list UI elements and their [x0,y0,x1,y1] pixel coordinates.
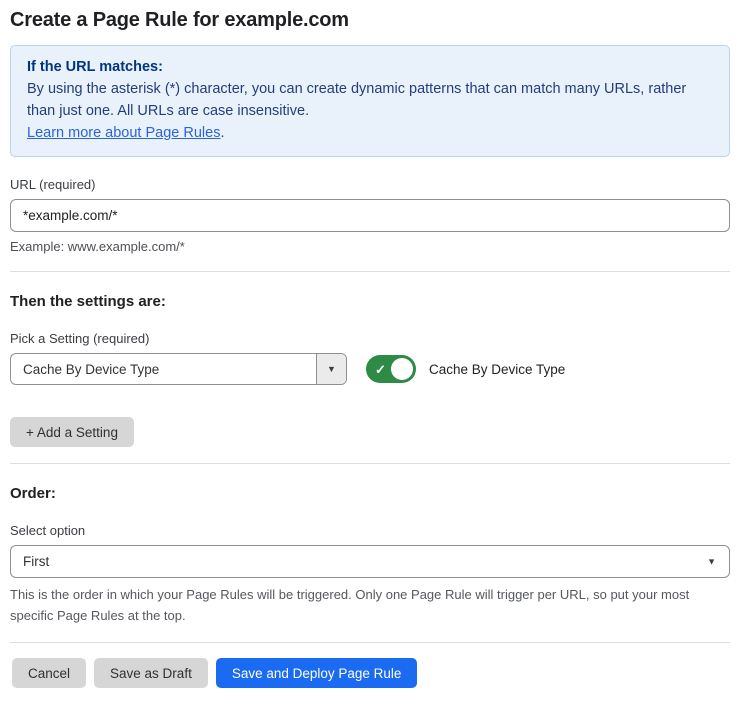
setting-select[interactable]: Cache By Device Type ▼ [10,353,347,385]
url-input[interactable] [10,199,730,232]
link-suffix: . [220,125,224,141]
url-example-hint: Example: www.example.com/* [10,239,730,255]
chevron-down-icon: ▼ [707,557,716,566]
info-box-body: By using the asterisk (*) character, you… [27,78,713,122]
chevron-down-icon: ▼ [327,365,336,374]
info-box-link-line: Learn more about Page Rules. [27,122,713,144]
page-title: Create a Page Rule for example.com [10,8,730,32]
add-setting-button[interactable]: + Add a Setting [10,417,134,447]
divider [10,642,730,643]
create-page-rule-panel: Create a Page Rule for example.com If th… [0,0,750,712]
divider [10,271,730,272]
setting-row: Cache By Device Type ▼ ✓ Cache By Device… [10,353,730,385]
setting-select-arrow-button[interactable]: ▼ [316,354,346,384]
order-select-label: Select option [10,523,730,539]
cache-by-device-type-toggle[interactable]: ✓ [366,355,416,383]
learn-more-link[interactable]: Learn more about Page Rules [27,125,220,141]
setting-select-value: Cache By Device Type [11,354,316,384]
toggle-label: Cache By Device Type [429,362,565,377]
info-box-body-text: By using the asterisk (*) character, you… [27,81,686,119]
toggle-knob [391,358,413,380]
check-icon: ✓ [375,363,386,376]
order-section-heading: Order: [10,484,730,503]
pick-setting-label: Pick a Setting (required) [10,331,730,347]
order-select[interactable]: First ▼ [10,545,730,578]
info-box-heading: If the URL matches: [27,56,713,78]
order-select-value: First [23,554,49,569]
url-field-label: URL (required) [10,177,730,193]
save-as-draft-button[interactable]: Save as Draft [94,658,208,688]
footer-actions: Cancel Save as Draft Save and Deploy Pag… [10,658,730,688]
save-and-deploy-button[interactable]: Save and Deploy Page Rule [216,658,418,688]
order-help-text: This is the order in which your Page Rul… [10,584,730,626]
cancel-button[interactable]: Cancel [12,658,86,688]
divider [10,463,730,464]
settings-section-heading: Then the settings are: [10,292,730,311]
url-match-info-box: If the URL matches: By using the asteris… [10,45,730,157]
